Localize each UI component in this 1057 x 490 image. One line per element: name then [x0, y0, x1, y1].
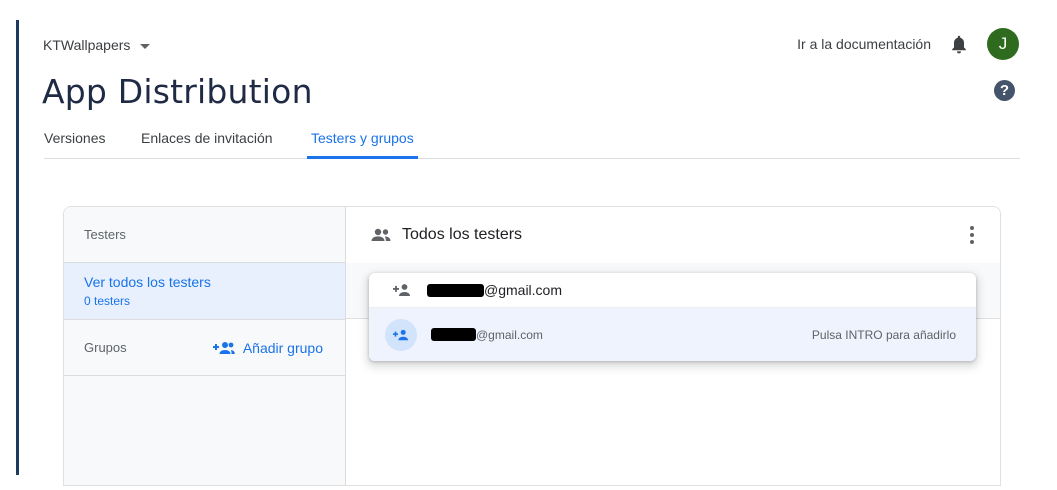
documentation-link[interactable]: Ir a la documentación — [797, 36, 931, 52]
top-right-toolbar: Ir a la documentación J — [797, 28, 1019, 60]
add-group-label: Añadir grupo — [242, 339, 323, 356]
project-name: KTWallpapers — [43, 37, 131, 53]
enter-hint: Pulsa INTRO para añadirlo — [811, 327, 956, 342]
tab-enlaces-de-invitacion[interactable]: Enlaces de invitación — [141, 130, 273, 159]
more-options-icon[interactable] — [966, 226, 978, 244]
panel-title: Todos los testers — [402, 226, 523, 243]
notifications-bell-icon[interactable] — [949, 33, 969, 55]
redacted-username — [431, 328, 476, 341]
tab-testers-y-grupos[interactable]: Testers y grupos — [307, 130, 418, 159]
caret-down-icon — [140, 43, 151, 49]
add-tester-autocomplete: @gmail.com @gmail.com Pulsa INTRO para a… — [369, 273, 976, 361]
testers-panel-header: Todos los testers — [346, 207, 1000, 263]
help-icon[interactable]: ? — [994, 80, 1015, 101]
suggested-email: @gmail.com — [431, 328, 543, 342]
groups-label: Grupos — [84, 340, 127, 355]
redacted-username — [427, 283, 484, 297]
add-group-button[interactable]: Añadir grupo — [212, 339, 323, 356]
tester-email-input[interactable]: @gmail.com — [369, 273, 976, 308]
all-testers-label: Ver todos los testers — [84, 274, 211, 290]
tab-versiones[interactable]: Versiones — [44, 130, 105, 159]
suggested-email-domain: @gmail.com — [476, 327, 543, 342]
groups-sidebar: Testers Ver todos los testers 0 testers … — [64, 207, 346, 485]
left-edge-rule — [16, 20, 19, 475]
typed-email: @gmail.com — [427, 282, 562, 298]
project-picker[interactable]: KTWallpapers — [43, 37, 151, 53]
testers-count: 0 testers — [84, 294, 131, 308]
sidebar-item-all-testers[interactable]: Ver todos los testers 0 testers — [64, 263, 345, 320]
tester-suggestion[interactable]: @gmail.com Pulsa INTRO para añadirlo — [369, 308, 976, 361]
typed-email-domain: @gmail.com — [484, 282, 563, 298]
add-group-icon — [212, 341, 235, 354]
user-avatar[interactable]: J — [987, 28, 1019, 60]
testers-heading-label: Testers — [84, 227, 126, 242]
people-icon — [371, 228, 391, 241]
page-title: App Distribution — [42, 72, 313, 111]
tab-bar: Versiones Enlaces de invitación Testers … — [44, 130, 1020, 159]
groups-row: Grupos Añadir grupo — [64, 320, 345, 376]
testers-heading: Testers — [64, 207, 345, 263]
add-person-avatar-icon — [385, 318, 417, 351]
add-person-icon — [393, 284, 410, 296]
